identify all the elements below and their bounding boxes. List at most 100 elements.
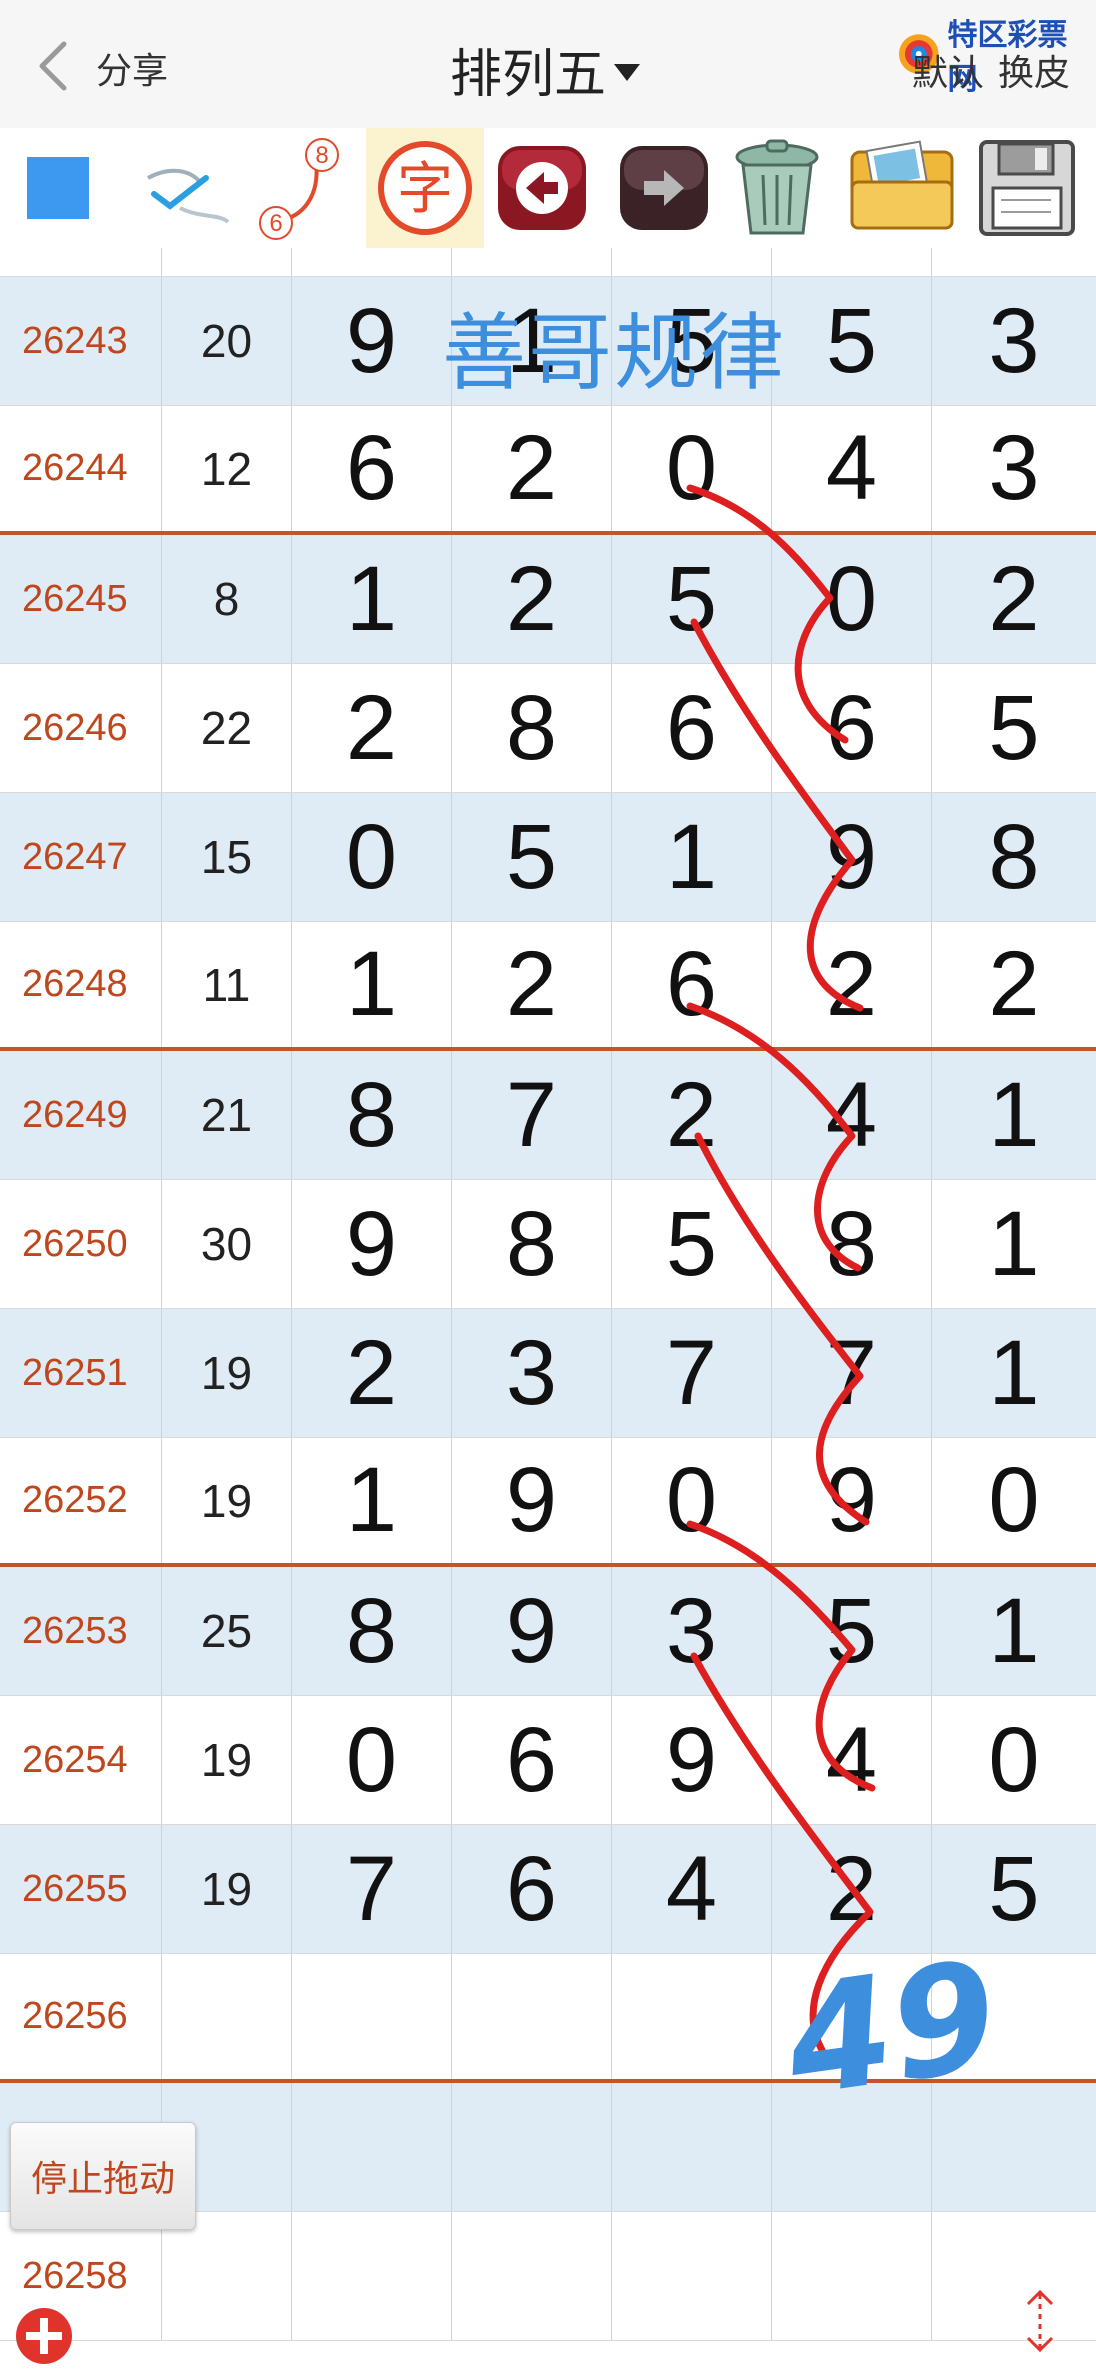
digit-cell: 9: [772, 793, 932, 921]
digit-cell: [932, 2083, 1096, 2211]
table-row[interactable]: 26255 19 7 6 4 2 5: [0, 1825, 1096, 1954]
undo-button[interactable]: [490, 128, 594, 248]
table-row[interactable]: 26251 19 2 3 7 7 1: [0, 1309, 1096, 1438]
stop-drag-button[interactable]: 停止拖动: [10, 2122, 196, 2230]
digit-cell: 6: [452, 1825, 612, 1953]
default-skin-link[interactable]: 默认: [912, 52, 984, 93]
digit-cell: 1: [292, 535, 452, 663]
forward-arrow-icon: [620, 146, 708, 230]
digit-cell: 4: [772, 1696, 932, 1824]
digit-cell: 8: [292, 1051, 452, 1179]
sum-cell: 25: [162, 1567, 292, 1695]
add-icon[interactable]: [14, 2306, 74, 2366]
sum-cell: 19: [162, 1309, 292, 1437]
digit-cell: 0: [612, 406, 772, 531]
digit-cell: 9: [292, 277, 452, 405]
issue-cell: 26251: [0, 1309, 162, 1437]
curve-tool-button[interactable]: 8 6: [254, 128, 350, 248]
issue-cell: 26247: [0, 793, 162, 921]
digit-cell: 2: [772, 1825, 932, 1953]
digit-cell: 8: [452, 1180, 612, 1308]
digit-cell: 2: [292, 1309, 452, 1437]
page-title: 排列五: [450, 46, 607, 104]
issue-cell: 26254: [0, 1696, 162, 1824]
redo-button[interactable]: [612, 128, 716, 248]
table-row[interactable]: 26246 22 2 8 6 6 5: [0, 664, 1096, 793]
issue-cell: 26244: [0, 406, 162, 531]
digit-cell: 5: [612, 1180, 772, 1308]
table-row[interactable]: 26248 11 1 2 6 2 2: [0, 922, 1096, 1051]
digit-cell: 2: [772, 922, 932, 1047]
scroll-toggle-icon[interactable]: [1020, 2286, 1060, 2356]
digit-cell: 7: [292, 1825, 452, 1953]
save-disk-icon: [979, 140, 1075, 236]
digit-cell: 0: [292, 1696, 452, 1824]
digit-cell: 0: [612, 1438, 772, 1563]
pen-tool-button[interactable]: [138, 128, 238, 248]
digit-cell: 5: [452, 793, 612, 921]
digit-cell: [452, 2083, 612, 2211]
table-row[interactable]: 26252 19 1 9 0 9 0: [0, 1438, 1096, 1567]
table-row[interactable]: 26250 30 9 8 5 8 1: [0, 1180, 1096, 1309]
char-icon: 字: [378, 141, 472, 235]
digit-cell: 2: [932, 248, 1096, 276]
sum-cell: 30: [162, 1180, 292, 1308]
digit-cell: 9: [452, 1567, 612, 1695]
sum-cell: [162, 248, 292, 276]
sum-cell: 15: [162, 793, 292, 921]
curve-badge-icon: 8 6: [259, 138, 339, 240]
table-row[interactable]: 26249 21 8 7 2 4 1: [0, 1051, 1096, 1180]
digit-cell: 4: [772, 1051, 932, 1179]
drawing-toolbar: 8 6 字: [0, 128, 1096, 249]
digit-cell: 2: [988, 933, 1040, 1035]
issue-cell: 26256: [0, 1954, 162, 2079]
app-header: 分享 排列五 特区彩票网 默认 换皮: [0, 0, 1096, 129]
digit-cell: 8: [452, 664, 612, 792]
issue-cell: 26253: [0, 1567, 162, 1695]
digit-cell: 9: [772, 248, 932, 276]
issue-cell: 26250: [0, 1180, 162, 1308]
table-row[interactable]: 26254 19 0 6 9 4 0: [0, 1696, 1096, 1825]
folder-image-icon: [850, 140, 954, 230]
lottery-type-selector[interactable]: 排列五: [450, 32, 641, 107]
digit-cell: 9: [292, 1180, 452, 1308]
digit-cell: 2: [612, 1051, 772, 1179]
table-row[interactable]: 26245 8 1 2 5 0 2: [0, 535, 1096, 664]
table-row[interactable]: 26253 25 8 9 3 5 1: [0, 1567, 1096, 1696]
issue-cell: 26249: [0, 1051, 162, 1179]
clear-button[interactable]: [722, 128, 832, 248]
digit-cell: 4: [612, 1825, 772, 1953]
save-button[interactable]: [968, 128, 1086, 248]
table-row[interactable]: 26244 12 6 2 0 4 3: [0, 406, 1096, 535]
issue-cell: 26246: [0, 664, 162, 792]
sum-cell: 19: [162, 1696, 292, 1824]
sum-cell: 21: [162, 1051, 292, 1179]
digit-cell: 2: [452, 406, 612, 531]
digit-cell: 1: [988, 1063, 1040, 1166]
digit-cell: 1: [612, 793, 772, 921]
sum-cell: 8: [162, 535, 292, 663]
text-tool-button[interactable]: 字: [366, 128, 484, 248]
digit-cell: 3: [612, 1567, 772, 1695]
back-chevron-icon[interactable]: [34, 40, 70, 92]
digit-cell: 8: [292, 1567, 452, 1695]
digit-cell: 8: [772, 1180, 932, 1308]
table-row[interactable]: 26258: [0, 2212, 1096, 2341]
table-row[interactable]: 26256: [0, 1954, 1096, 2083]
digit-cell: 1: [292, 922, 452, 1047]
table-row[interactable]: 26247 15 0 5 1 9 8: [0, 793, 1096, 922]
digit-cell: 3: [452, 1309, 612, 1437]
digit-cell: [292, 1954, 452, 2079]
sum-cell: [162, 1954, 292, 2079]
digit-cell: 2: [452, 535, 612, 663]
back-arrow-icon: [498, 146, 586, 230]
color-picker-button[interactable]: [18, 128, 98, 248]
image-button[interactable]: [840, 128, 964, 248]
share-button[interactable]: 分享: [96, 42, 168, 94]
digit-cell: 9: [452, 1438, 612, 1563]
sum-cell: 11: [162, 922, 292, 1047]
change-skin-link[interactable]: 换皮: [998, 52, 1070, 93]
digit-cell: [452, 1954, 612, 2079]
digit-cell: 3: [988, 417, 1040, 519]
digit-cell: 7: [452, 1051, 612, 1179]
